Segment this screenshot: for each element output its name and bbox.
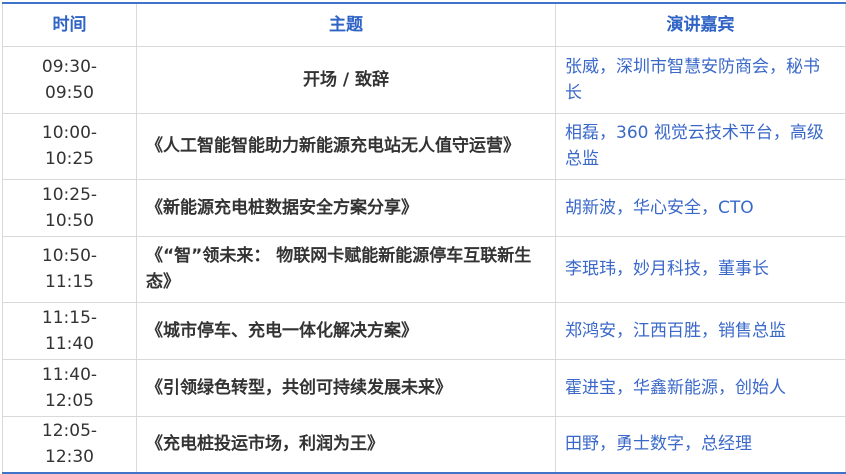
time-cell: 09:30- 09:50 (2, 45, 137, 114)
header-topic: 主题 (136, 2, 556, 47)
time-cell: 10:50- 11:15 (2, 235, 137, 303)
time-cell: 12:05- 12:30 (2, 415, 137, 474)
table-row: 12:05- 12:30 《充电桩投运市场，利润为王》 田野，勇士数字，总经理 (2, 415, 846, 474)
time-cell: 10:00- 10:25 (2, 112, 137, 180)
table-row: 10:25- 10:50 《新能源充电桩数据安全方案分享》 胡新波，华心安全，CT… (2, 178, 846, 237)
speaker-cell: 霍进宝，华鑫新能源，创始人 (555, 358, 846, 417)
header-row: 时间 主题 演讲嘉宾 (2, 2, 846, 47)
time-cell: 10:25- 10:50 (2, 178, 137, 237)
time-cell: 11:40- 12:05 (2, 358, 137, 417)
speaker-cell: 张威，深圳市智慧安防商会，秘书长 (555, 45, 846, 114)
header-speaker: 演讲嘉宾 (555, 2, 846, 47)
time-cell: 11:15- 11:40 (2, 301, 137, 360)
agenda-header: 时间 主题 演讲嘉宾 (2, 2, 846, 47)
agenda-table: 时间 主题 演讲嘉宾 09:30- 09:50 开场 / 致辞 张威，深圳市智慧安… (2, 2, 846, 474)
table-row: 11:40- 12:05 《引领绿色转型，共创可持续发展未来》 霍进宝，华鑫新能源… (2, 358, 846, 417)
agenda-body: 09:30- 09:50 开场 / 致辞 张威，深圳市智慧安防商会，秘书长 10:… (2, 45, 846, 474)
topic-cell: 开场 / 致辞 (136, 45, 556, 114)
topic-cell: 《充电桩投运市场，利润为王》 (136, 415, 556, 474)
speaker-cell: 李珉玮，妙月科技，董事长 (555, 235, 846, 303)
table-row: 09:30- 09:50 开场 / 致辞 张威，深圳市智慧安防商会，秘书长 (2, 45, 846, 114)
speaker-cell: 郑鸿安，江西百胜，销售总监 (555, 301, 846, 360)
table-row: 10:00- 10:25 《人工智能智能助力新能源充电站无人值守运营》 相磊，36… (2, 112, 846, 180)
topic-cell: 《“智”领未来： 物联网卡赋能新能源停车互联新生态》 (136, 235, 556, 303)
topic-cell: 《城市停车、充电一体化解决方案》 (136, 301, 556, 360)
topic-cell: 《引领绿色转型，共创可持续发展未来》 (136, 358, 556, 417)
speaker-cell: 胡新波，华心安全，CTO (555, 178, 846, 237)
table-row: 11:15- 11:40 《城市停车、充电一体化解决方案》 郑鸿安，江西百胜，销售… (2, 301, 846, 360)
speaker-cell: 相磊，360 视觉云技术平台，高级总监 (555, 112, 846, 180)
table-row: 10:50- 11:15 《“智”领未来： 物联网卡赋能新能源停车互联新生态》 李… (2, 235, 846, 303)
topic-cell: 《新能源充电桩数据安全方案分享》 (136, 178, 556, 237)
header-time: 时间 (2, 2, 137, 47)
topic-cell: 《人工智能智能助力新能源充电站无人值守运营》 (136, 112, 556, 180)
speaker-cell: 田野，勇士数字，总经理 (555, 415, 846, 474)
